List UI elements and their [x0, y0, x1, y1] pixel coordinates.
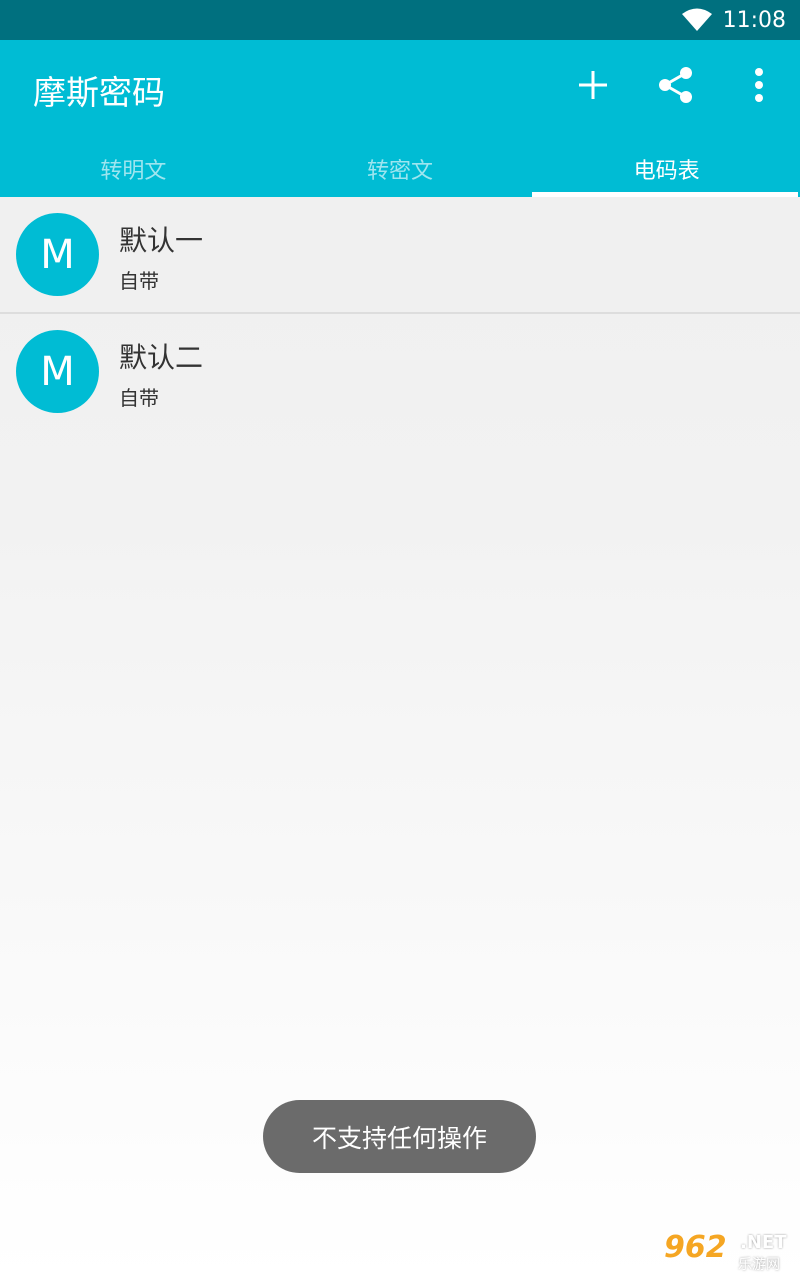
- tab-to-ciphertext[interactable]: 转密文: [267, 140, 534, 197]
- watermark-suffix: .NET: [740, 1232, 787, 1253]
- tab-bar: 转明文 转密文 电码表: [0, 140, 800, 197]
- wifi-icon: [681, 8, 712, 31]
- status-bar: 11:08: [0, 0, 800, 40]
- item-subtitle: 自带: [119, 269, 159, 293]
- watermark-logo: 962 .NET 乐游网: [660, 1230, 794, 1276]
- add-button[interactable]: [570, 62, 616, 108]
- avatar: M: [16, 330, 99, 413]
- add-icon: [579, 71, 607, 99]
- list-item[interactable]: M 默认二 自带: [0, 314, 800, 431]
- avatar: M: [16, 213, 99, 296]
- item-title: 默认二: [119, 341, 204, 374]
- app-bar: 摩斯密码 转明文 转密文 电码表: [0, 40, 800, 197]
- toast-message: 不支持任何操作: [263, 1100, 536, 1173]
- watermark-site: 乐游网: [738, 1257, 780, 1273]
- item-subtitle: 自带: [119, 386, 159, 410]
- list-item[interactable]: M 默认一 自带: [0, 197, 800, 314]
- watermark-number: 962: [664, 1230, 727, 1265]
- more-button[interactable]: [736, 62, 782, 108]
- share-button[interactable]: [653, 62, 699, 108]
- code-table-list: M 默认一 自带 M 默认二 自带: [0, 197, 800, 431]
- app-title: 摩斯密码: [33, 73, 165, 112]
- status-time: 11:08: [722, 7, 786, 33]
- item-title: 默认一: [119, 224, 204, 257]
- more-vert-icon: [755, 68, 763, 102]
- tab-to-plaintext[interactable]: 转明文: [0, 140, 267, 197]
- tab-code-table[interactable]: 电码表: [533, 140, 800, 197]
- share-icon: [659, 67, 692, 103]
